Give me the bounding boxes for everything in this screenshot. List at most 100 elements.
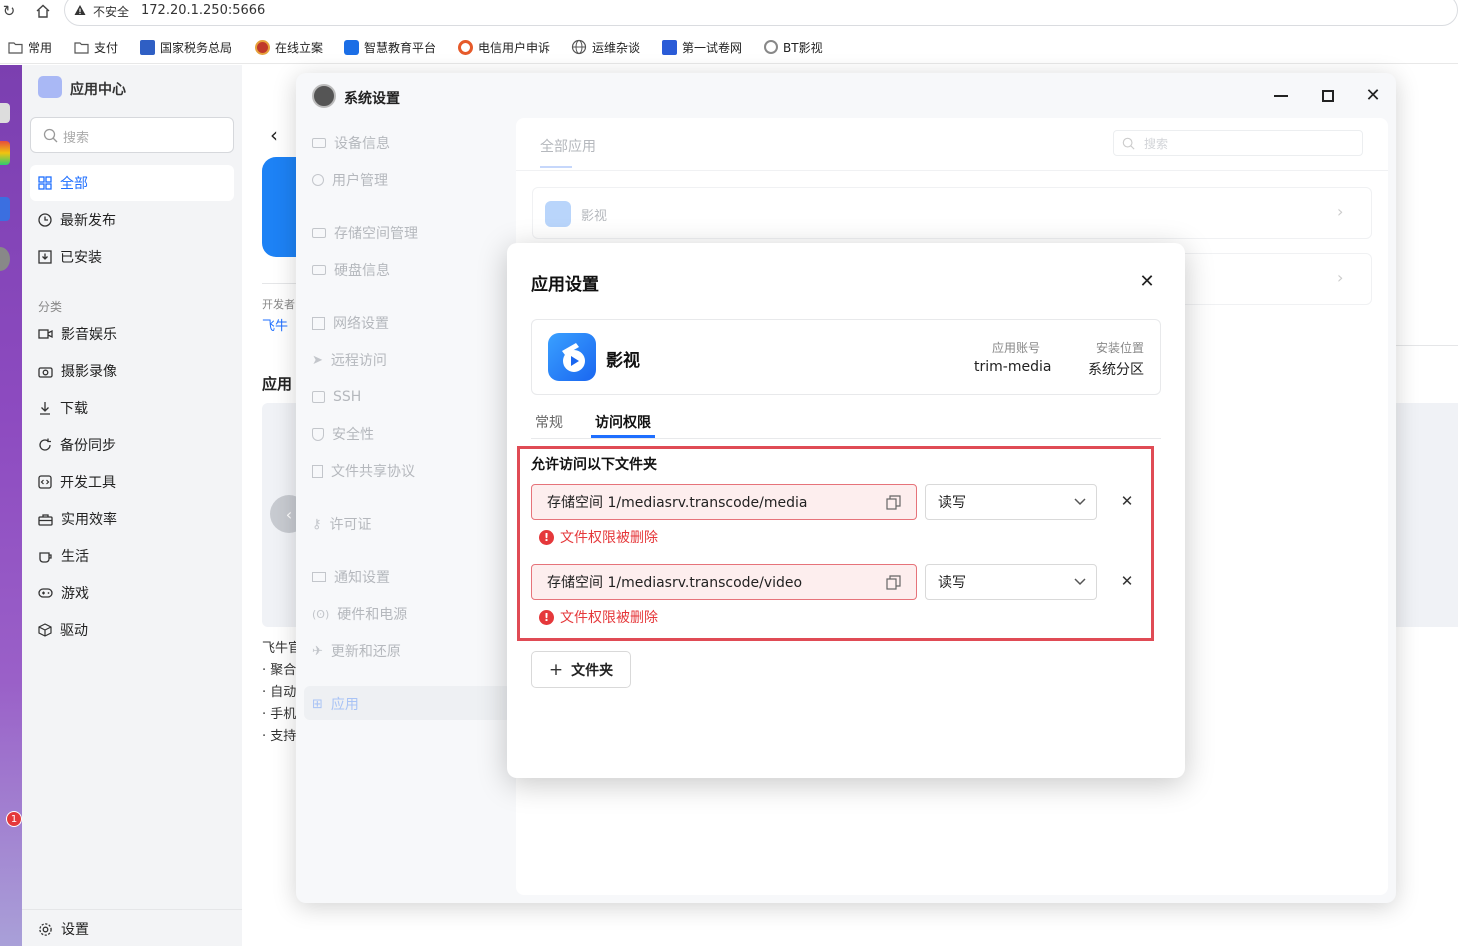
nav-remote-access[interactable]: ➤ 远程访问	[312, 345, 387, 375]
permission-select[interactable]: 读写	[925, 564, 1097, 600]
send-icon: ➤	[312, 352, 323, 368]
bookmark-label: 常用	[28, 40, 53, 55]
back-arrow-icon[interactable]: ‹	[270, 123, 278, 147]
home-icon[interactable]	[34, 2, 52, 20]
permission-select[interactable]: 读写	[925, 484, 1097, 520]
nav-update-restore[interactable]: ✈ 更新和还原	[312, 636, 401, 666]
developer-link[interactable]: 飞牛	[262, 315, 288, 334]
category-driver[interactable]: 驱动	[30, 612, 234, 648]
apps-search-input[interactable]: 搜索	[1113, 130, 1363, 156]
app-row[interactable]: 影视 ›	[532, 187, 1372, 239]
category-heading: 分类	[38, 300, 63, 314]
nav-storage[interactable]: 存储空间管理	[312, 218, 418, 248]
category-label: 摄影录像	[61, 364, 117, 380]
nav-latest[interactable]: 最新发布	[30, 202, 234, 238]
bookmark-label: 电信用户申诉	[478, 40, 551, 55]
nav-label: 最新发布	[60, 213, 116, 229]
nav-user-management[interactable]: 用户管理	[312, 165, 388, 195]
nav-label: 应用	[330, 697, 359, 713]
nav-network[interactable]: 网络设置	[312, 308, 389, 338]
category-label: 开发工具	[60, 475, 116, 491]
drive-icon	[312, 138, 326, 148]
category-game[interactable]: 游戏	[30, 575, 234, 611]
bookmark-edu[interactable]: 智慧教育平台	[344, 38, 436, 56]
nav-label: 通知设置	[334, 570, 390, 586]
settings-app-icon	[312, 84, 336, 108]
nav-hardware-power[interactable]: (ʘ) 硬件和电源	[312, 599, 407, 629]
dock-app-icon[interactable]	[0, 141, 10, 165]
bookmark-ops[interactable]: 运维杂谈	[571, 38, 640, 56]
address-bar[interactable]: 不安全 172.20.1.250:5666	[64, 0, 1458, 26]
cube-icon	[38, 623, 52, 637]
folder-path: 存储空间 1/mediasrv.transcode/media	[547, 495, 808, 511]
bookmark-folder-常用[interactable]: 常用	[8, 38, 52, 56]
tab-general[interactable]: 常规	[535, 412, 563, 432]
dock-app-icon[interactable]	[0, 247, 10, 271]
dock-app-icon[interactable]	[0, 103, 10, 123]
nav-installed[interactable]: 已安装	[30, 239, 234, 275]
location-label: 安装位置	[1096, 341, 1145, 355]
grid-icon	[38, 176, 52, 190]
folder-error: ! 文件权限被删除	[539, 607, 658, 627]
app-search-input[interactable]: 搜索	[30, 117, 234, 153]
bookmark-exam[interactable]: 第一试卷网	[662, 38, 742, 56]
search-placeholder: 搜索	[63, 131, 90, 146]
category-utility[interactable]: 实用效率	[30, 501, 234, 537]
exam-icon	[662, 39, 677, 55]
copy-icon[interactable]	[886, 495, 901, 510]
dock-app-icon[interactable]	[0, 197, 10, 221]
category-backup[interactable]: 备份同步	[30, 427, 234, 463]
close-window-button[interactable]: ✕	[1364, 85, 1382, 106]
security-label: 不安全	[93, 5, 130, 19]
bookmark-telecom[interactable]: 电信用户申诉	[458, 38, 550, 56]
notification-badge: 1	[6, 811, 22, 827]
nav-file-sharing[interactable]: 文件共享协议	[312, 456, 415, 486]
maximize-button[interactable]	[1322, 90, 1334, 102]
nav-disk-info[interactable]: 硬盘信息	[312, 255, 390, 285]
nav-all[interactable]: 全部	[30, 165, 234, 201]
reload-icon[interactable]: ↻	[2, 2, 16, 20]
folder-path-field[interactable]: 存储空间 1/mediasrv.transcode/media	[531, 484, 917, 520]
copy-icon[interactable]	[886, 575, 901, 590]
close-dialog-button[interactable]: ✕	[1137, 271, 1157, 292]
app-center-settings[interactable]: 设置	[30, 911, 234, 947]
bookmark-folder-支付[interactable]: 支付	[74, 38, 118, 56]
bookmark-tax[interactable]: 国家税务总局	[140, 38, 232, 56]
cup-icon	[39, 552, 52, 563]
folder-path: 存储空间 1/mediasrv.transcode/video	[547, 575, 803, 591]
category-life[interactable]: 生活	[30, 538, 234, 574]
nav-device-info[interactable]: 设备信息	[312, 128, 390, 158]
folder-error: ! 文件权限被删除	[539, 527, 658, 547]
divider	[531, 438, 1161, 439]
folder-path-field[interactable]: 存储空间 1/mediasrv.transcode/video	[531, 564, 917, 600]
nav-security[interactable]: 安全性	[312, 419, 374, 449]
power-icon: (ʘ)	[312, 607, 330, 621]
browser-toolbar: ↻ 不安全 172.20.1.250:5666	[0, 0, 1458, 30]
category-av[interactable]: 影音娱乐	[30, 316, 234, 352]
remove-folder-button[interactable]: ✕	[1117, 571, 1137, 591]
category-devtools[interactable]: 开发工具	[30, 464, 234, 500]
search-icon	[43, 128, 58, 143]
remove-folder-button[interactable]: ✕	[1117, 491, 1137, 511]
nav-notifications[interactable]: 通知设置	[312, 562, 390, 592]
url-text[interactable]: 172.20.1.250:5666	[141, 3, 265, 18]
app-center-title: 应用中心	[70, 82, 126, 98]
category-label: 驱动	[60, 623, 88, 639]
nav-apps[interactable]: ⊞ 应用	[312, 689, 359, 719]
bookmark-bt[interactable]: BT影视	[764, 38, 823, 56]
nav-license[interactable]: ⚷ 许可证	[312, 509, 372, 539]
tab-all-apps[interactable]: 全部应用	[540, 136, 596, 156]
nav-ssh[interactable]: SSH	[312, 382, 361, 412]
nav-label: 全部	[60, 176, 88, 192]
category-label: 生活	[61, 549, 89, 565]
minimize-button[interactable]	[1274, 95, 1288, 97]
chevron-down-icon	[1074, 578, 1086, 586]
add-folder-button[interactable]: + 文件夹	[531, 651, 631, 688]
code-icon	[38, 475, 52, 489]
bookmark-court[interactable]: 在线立案	[255, 38, 323, 56]
category-label: 实用效率	[61, 512, 117, 528]
tab-access[interactable]: 访问权限	[595, 412, 651, 432]
category-photo[interactable]: 摄影录像	[30, 353, 234, 389]
warning-icon	[74, 4, 86, 16]
category-download[interactable]: 下载	[30, 390, 234, 426]
